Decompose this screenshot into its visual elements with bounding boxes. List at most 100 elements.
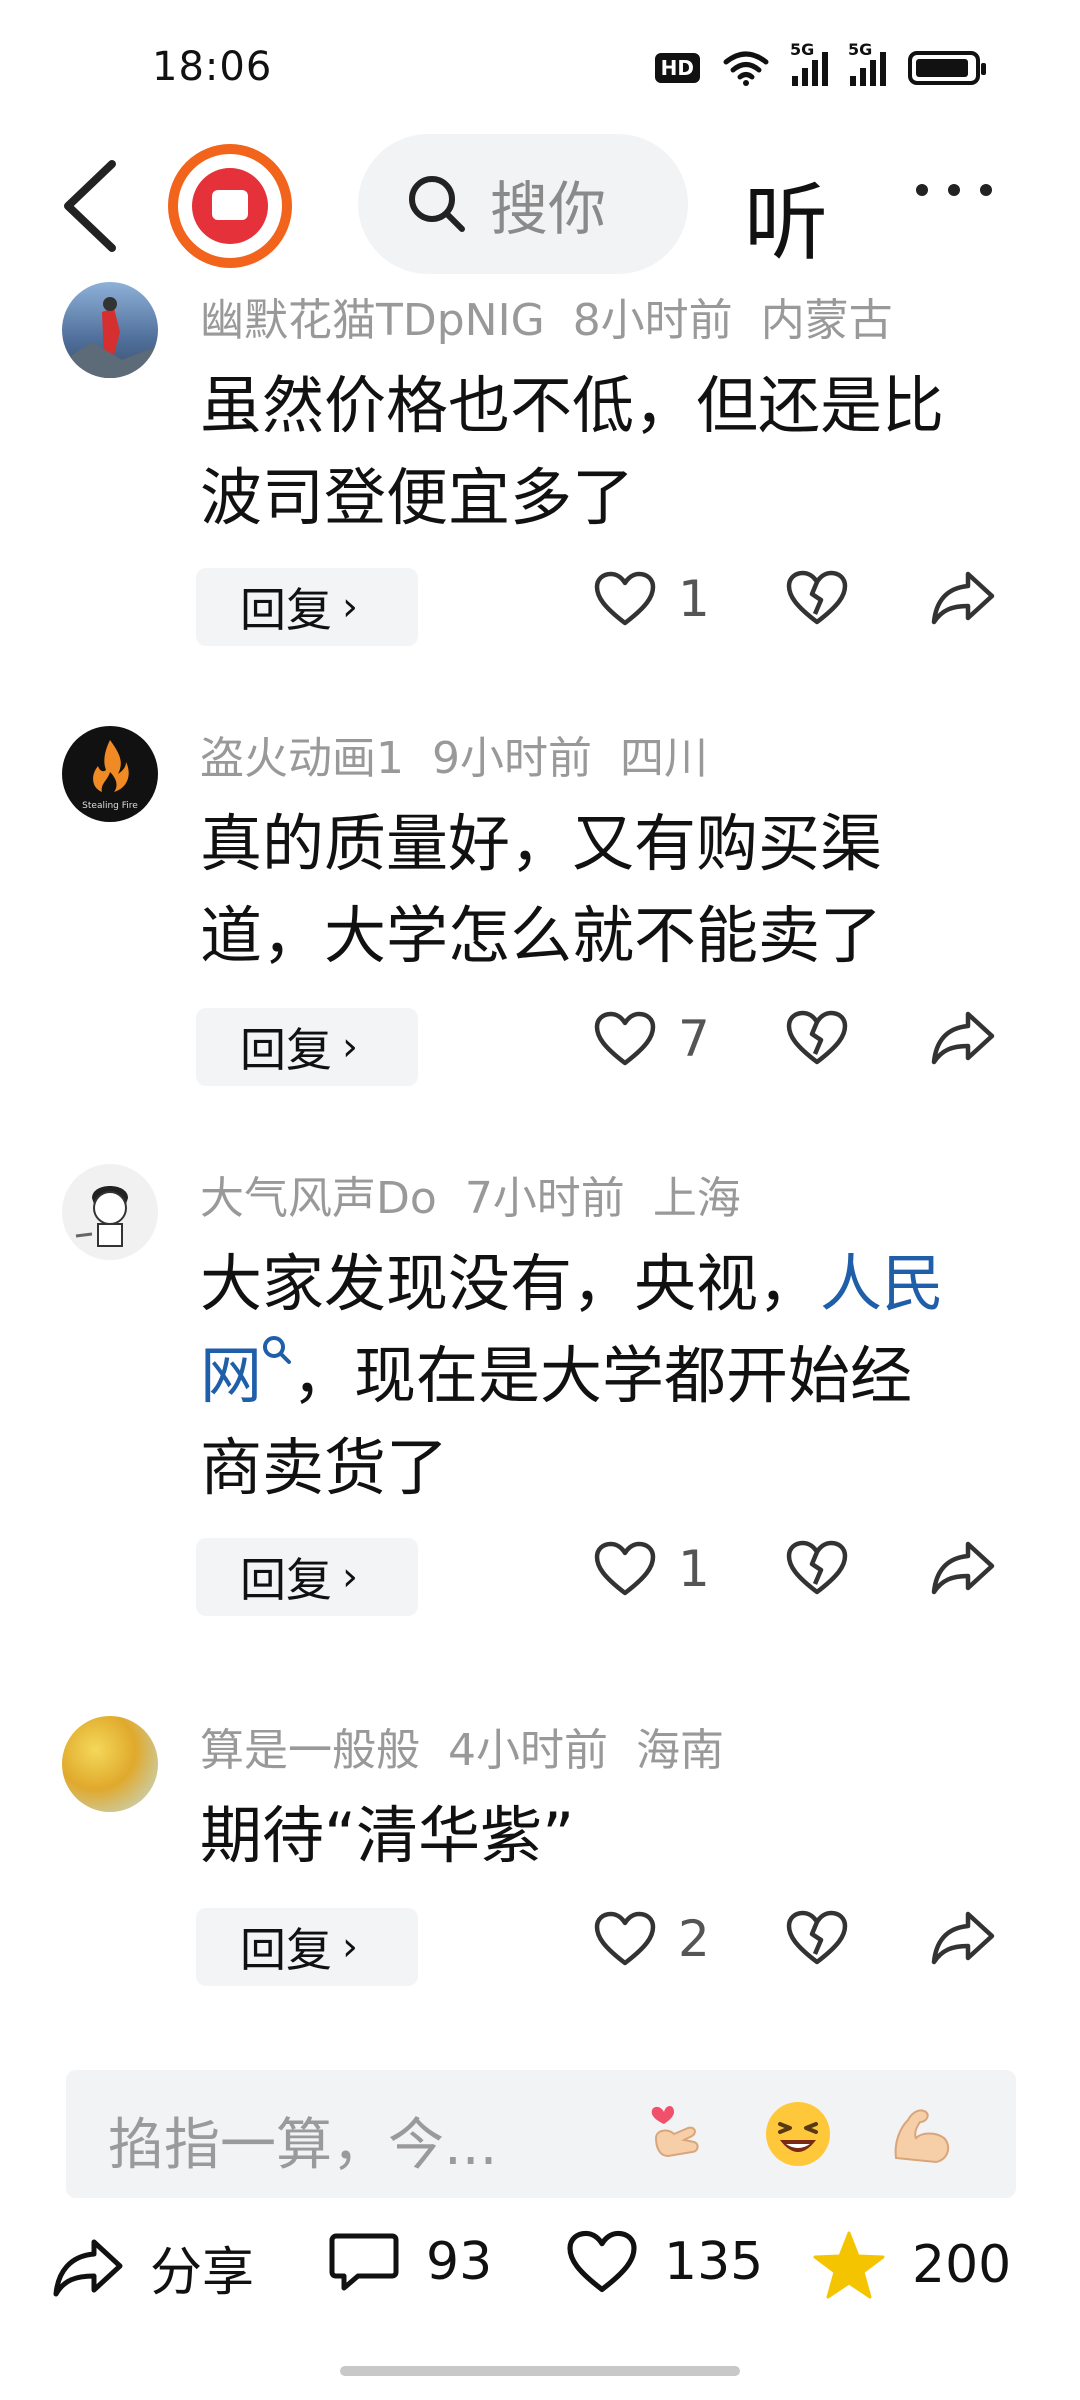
like-button[interactable]: 135 bbox=[566, 2230, 763, 2294]
share-icon bbox=[53, 2239, 123, 2296]
broken-heart-icon[interactable] bbox=[786, 570, 848, 626]
like-button[interactable]: 1 bbox=[594, 1540, 710, 1598]
svg-text:Stealing Fire: Stealing Fire bbox=[82, 801, 138, 811]
reply-button[interactable]: 回复 › bbox=[196, 1908, 418, 1986]
comment-time: 8小时前 bbox=[572, 295, 733, 346]
top-nav: 搜你 听 bbox=[0, 130, 1080, 280]
comment-item: 大气风声Do 7小时前 上海 大家发现没有，央视，人民网 ，现在是大学都开始经商卖货了… bbox=[0, 1158, 1080, 1658]
comment-text: 期待“清华紫” bbox=[200, 1799, 575, 1872]
like-count: 7 bbox=[678, 1010, 710, 1068]
favorite-count: 200 bbox=[912, 2235, 1012, 2295]
heart-icon bbox=[594, 1541, 656, 1596]
like-button[interactable]: 1 bbox=[594, 570, 710, 628]
share-icon[interactable] bbox=[930, 1910, 996, 1966]
comment-icon bbox=[329, 2233, 399, 2291]
publisher-avatar[interactable] bbox=[168, 144, 292, 268]
comment-input[interactable]: 掐指一算，今... bbox=[66, 2070, 1016, 2198]
broken-heart-icon[interactable] bbox=[786, 1910, 848, 1966]
comment-meta: 盗火动画1 9小时前 四川 bbox=[200, 722, 708, 786]
comment-location: 上海 bbox=[652, 1173, 741, 1224]
comment-text-after: ，现在是大学都开始经商卖货了 bbox=[200, 1339, 913, 1504]
comment-item: Stealing Fire 盗火动画1 9小时前 四川 真的质量好，又有购买渠道，大… bbox=[0, 718, 1080, 1098]
home-indicator[interactable] bbox=[340, 2366, 740, 2376]
reply-button[interactable]: 回复 › bbox=[196, 1538, 418, 1616]
comment-location: 内蒙古 bbox=[760, 295, 893, 346]
flexed-biceps-emoji-icon[interactable] bbox=[886, 2098, 958, 2170]
search-placeholder: 搜你 bbox=[490, 175, 607, 243]
avatar[interactable] bbox=[62, 1716, 158, 1812]
avatar[interactable] bbox=[62, 1164, 158, 1260]
avatar[interactable] bbox=[62, 282, 158, 378]
chevron-right-icon: › bbox=[342, 1924, 358, 1970]
comment-item: 算是一般般 4小时前 海南 期待“清华紫” 回复 › 2 bbox=[0, 1710, 1080, 2010]
search-bar[interactable]: 搜你 bbox=[358, 134, 688, 274]
comment-username[interactable]: 大气风声Do bbox=[200, 1173, 437, 1224]
signal-icon-2: 5G bbox=[848, 40, 886, 86]
finger-heart-emoji-icon[interactable] bbox=[638, 2098, 710, 2170]
heart-icon bbox=[594, 1911, 656, 1966]
battery-icon bbox=[908, 51, 986, 85]
share-icon[interactable] bbox=[930, 1010, 996, 1066]
comment-meta: 大气风声Do 7小时前 上海 bbox=[200, 1162, 741, 1226]
share-icon[interactable] bbox=[930, 570, 996, 626]
comment-time: 7小时前 bbox=[464, 1173, 625, 1224]
reply-button[interactable]: 回复 › bbox=[196, 1008, 418, 1086]
chevron-right-icon: › bbox=[342, 1024, 358, 1070]
more-options-icon[interactable] bbox=[916, 184, 992, 196]
like-count: 2 bbox=[678, 1910, 710, 1968]
signal-icon-1: 5G bbox=[790, 40, 828, 86]
like-count: 1 bbox=[678, 1540, 710, 1598]
comment-input-placeholder: 掐指一算，今... bbox=[108, 2113, 498, 2178]
comment-username[interactable]: 幽默花猫TDpNIG bbox=[200, 295, 545, 346]
comment-location: 海南 bbox=[636, 1725, 724, 1776]
red-envelope-icon bbox=[192, 168, 268, 244]
listen-button[interactable]: 听 bbox=[744, 156, 828, 277]
heart-icon bbox=[594, 571, 656, 626]
comment-time: 9小时前 bbox=[432, 733, 592, 784]
like-button[interactable]: 2 bbox=[594, 1910, 710, 1968]
status-bar: 18:06 HD 5G 5G bbox=[0, 0, 1080, 130]
search-icon bbox=[409, 176, 465, 232]
comment-button[interactable]: 93 bbox=[328, 2230, 492, 2294]
like-button[interactable]: 7 bbox=[594, 1010, 710, 1068]
comment-meta: 幽默花猫TDpNIG 8小时前 内蒙古 bbox=[200, 284, 893, 348]
reply-label: 回复 bbox=[240, 1023, 332, 1077]
share-label: 分享 bbox=[150, 2243, 255, 2303]
wifi-icon bbox=[723, 51, 769, 86]
favorite-button[interactable]: 200 bbox=[812, 2230, 1011, 2300]
comment-username[interactable]: 盗火动画1 bbox=[200, 733, 404, 784]
share-icon[interactable] bbox=[930, 1540, 996, 1596]
comment-text-before: 大家发现没有，央视， bbox=[200, 1247, 821, 1320]
reply-label: 回复 bbox=[240, 583, 332, 637]
star-icon bbox=[813, 2231, 885, 2299]
share-button[interactable]: 分享 bbox=[52, 2230, 254, 2305]
reply-button[interactable]: 回复 › bbox=[196, 568, 418, 646]
hd-icon: HD bbox=[654, 53, 700, 83]
status-icons: HD 5G 5G bbox=[654, 40, 986, 86]
bottom-action-bar: 分享 93 135 200 bbox=[0, 2220, 1080, 2330]
broken-heart-icon[interactable] bbox=[786, 1540, 848, 1596]
laughing-emoji-icon[interactable] bbox=[762, 2098, 834, 2170]
like-count: 1 bbox=[678, 570, 710, 628]
comment-count: 93 bbox=[426, 2232, 493, 2292]
comment-location: 四川 bbox=[620, 733, 708, 784]
back-icon[interactable] bbox=[56, 156, 126, 256]
comment-item: 幽默花猫TDpNIG 8小时前 内蒙古 虽然价格也不低，但还是比波司登便宜多了 回复… bbox=[0, 280, 1080, 660]
comment-text: 大家发现没有，央视，人民网 ，现在是大学都开始经商卖货了 bbox=[200, 1238, 960, 1514]
comment-username[interactable]: 算是一般般 bbox=[200, 1725, 420, 1776]
like-count: 135 bbox=[664, 2232, 764, 2292]
heart-icon bbox=[567, 2230, 637, 2292]
comment-text: 真的质量好，又有购买渠道，大学怎么就不能卖了 bbox=[200, 807, 883, 972]
reply-label: 回复 bbox=[240, 1553, 332, 1607]
chevron-right-icon: › bbox=[342, 1554, 358, 1600]
chevron-right-icon: › bbox=[342, 584, 358, 630]
status-time: 18:06 bbox=[152, 44, 273, 90]
comment-text: 虽然价格也不低，但还是比波司登便宜多了 bbox=[200, 369, 945, 534]
broken-heart-icon[interactable] bbox=[786, 1010, 848, 1066]
heart-icon bbox=[594, 1011, 656, 1066]
avatar[interactable]: Stealing Fire bbox=[62, 726, 158, 822]
comment-time: 4小时前 bbox=[448, 1725, 608, 1776]
search-link-icon[interactable] bbox=[262, 1335, 292, 1369]
comment-meta: 算是一般般 4小时前 海南 bbox=[200, 1714, 724, 1778]
reply-label: 回复 bbox=[240, 1923, 332, 1977]
